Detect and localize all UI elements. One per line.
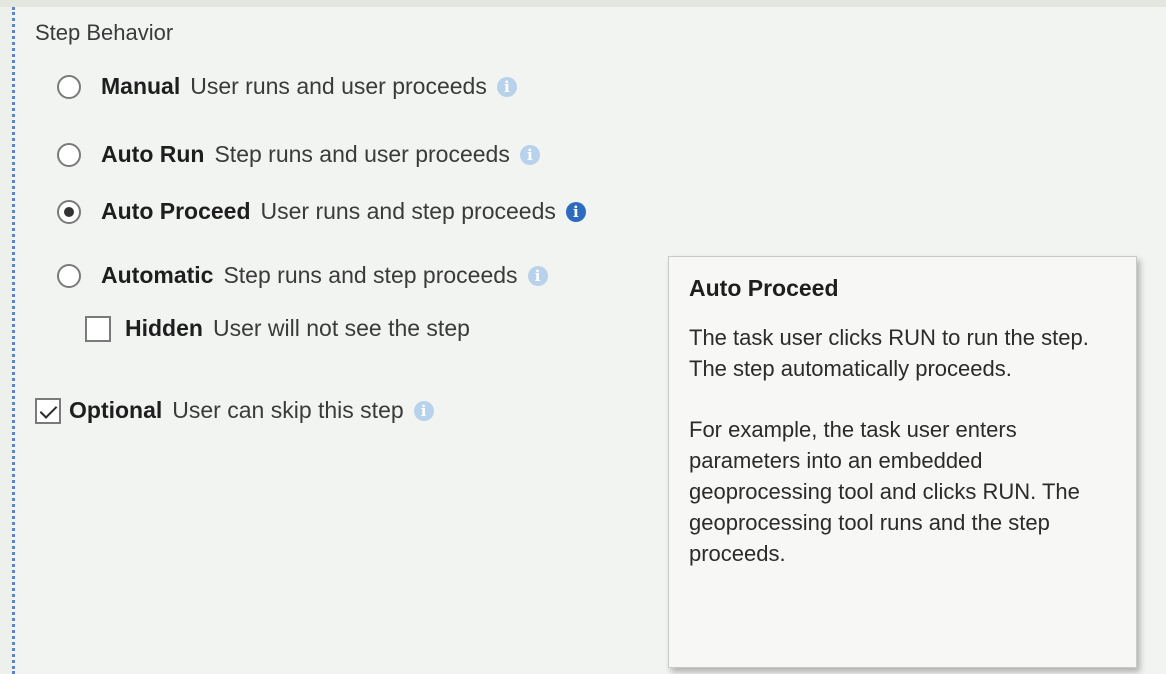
option-label: Optional xyxy=(69,397,163,423)
option-auto-run[interactable]: Auto Run Step runs and user proceeds i xyxy=(57,141,540,168)
automatic-radio[interactable] xyxy=(57,263,81,288)
option-description: Step runs and step proceeds xyxy=(223,262,518,288)
option-description: User can skip this step xyxy=(172,397,404,423)
option-auto-proceed[interactable]: Auto Proceed User runs and step proceeds… xyxy=(57,198,586,225)
hidden-checkbox[interactable] xyxy=(85,315,111,342)
option-manual[interactable]: Manual User runs and user proceeds i xyxy=(57,73,517,100)
info-icon[interactable]: i xyxy=(519,144,540,165)
option-label: Auto Run xyxy=(101,141,205,167)
tooltip-paragraph: For example, the task user enters parame… xyxy=(689,417,1080,566)
option-label: Automatic xyxy=(101,262,214,288)
tooltip-title: Auto Proceed xyxy=(689,275,839,301)
option-description: User runs and user proceeds xyxy=(190,73,487,99)
tooltip: Auto Proceed The task user clicks RUN to… xyxy=(668,256,1137,668)
auto-run-radio[interactable] xyxy=(57,142,81,167)
window-top-strip xyxy=(0,0,1166,7)
option-hidden[interactable]: Hidden User will not see the step xyxy=(85,315,470,342)
info-icon[interactable]: i xyxy=(565,201,586,222)
info-icon[interactable]: i xyxy=(413,400,434,421)
option-description: User runs and step proceeds xyxy=(260,198,556,224)
section-title: Step Behavior xyxy=(35,20,174,45)
auto-proceed-radio[interactable] xyxy=(57,199,81,224)
option-optional[interactable]: Optional User can skip this step i xyxy=(35,397,434,424)
option-description: Step runs and user proceeds xyxy=(214,141,510,167)
manual-radio[interactable] xyxy=(57,74,81,99)
option-label: Manual xyxy=(101,73,181,99)
info-icon[interactable]: i xyxy=(527,265,548,286)
option-automatic[interactable]: Automatic Step runs and step proceeds i xyxy=(57,262,548,289)
tooltip-paragraph: The task user clicks RUN to run the step… xyxy=(689,325,1089,381)
option-label: Hidden xyxy=(125,315,203,341)
info-icon[interactable]: i xyxy=(496,76,517,97)
option-label: Auto Proceed xyxy=(101,198,251,224)
optional-checkbox[interactable] xyxy=(35,397,61,424)
option-description: User will not see the step xyxy=(212,315,470,341)
